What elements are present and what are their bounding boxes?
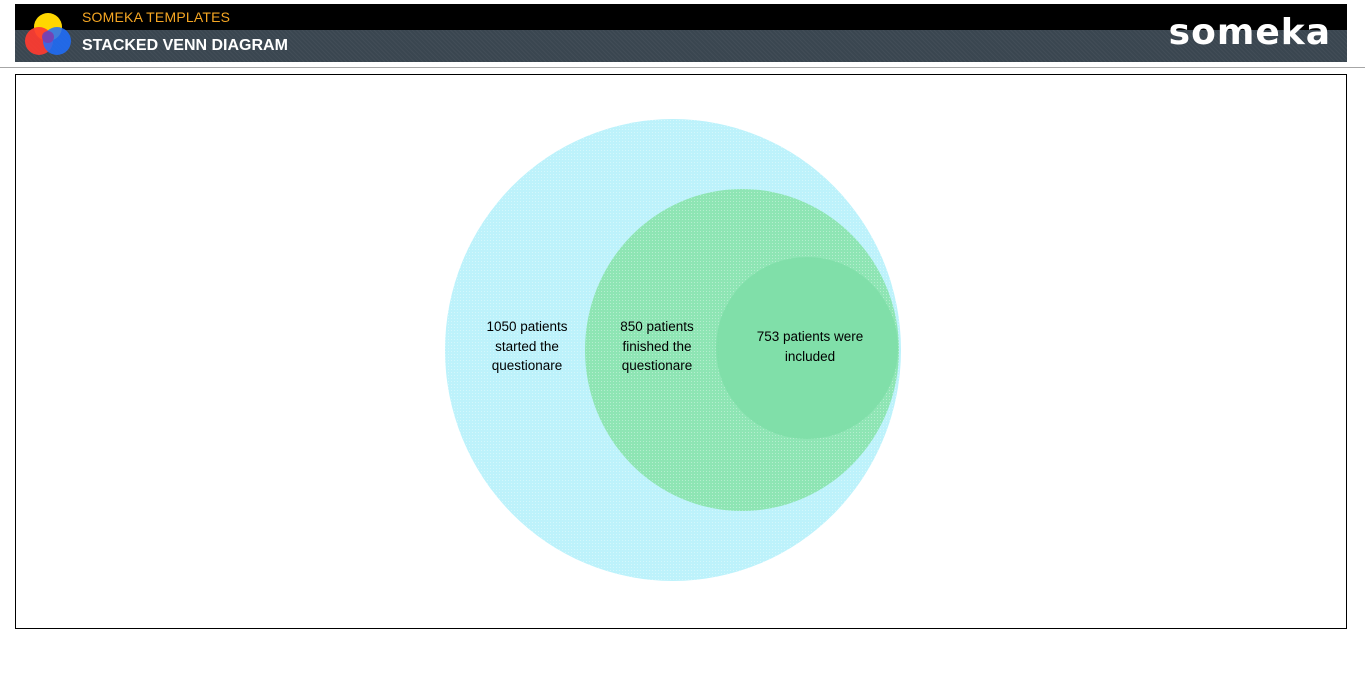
header-divider <box>0 67 1365 68</box>
venn-label-inner: 753 patients were included <box>756 329 864 364</box>
someka-logo-icon <box>25 13 71 55</box>
app-header: SOMEKA TEMPLATES STACKED VENN DIAGRAM so… <box>15 4 1347 62</box>
someka-wordmark[interactable]: someka <box>1169 12 1331 53</box>
venn-label-outer: 1050 patients started the questionare <box>486 319 568 373</box>
page-title: STACKED VENN DIAGRAM <box>82 37 288 54</box>
venn-label-middle: 850 patients finished the questionare <box>620 319 694 373</box>
brand-subtitle: SOMEKA TEMPLATES <box>82 9 231 25</box>
diagram-frame: 1050 patients started the questionare 85… <box>15 74 1347 629</box>
